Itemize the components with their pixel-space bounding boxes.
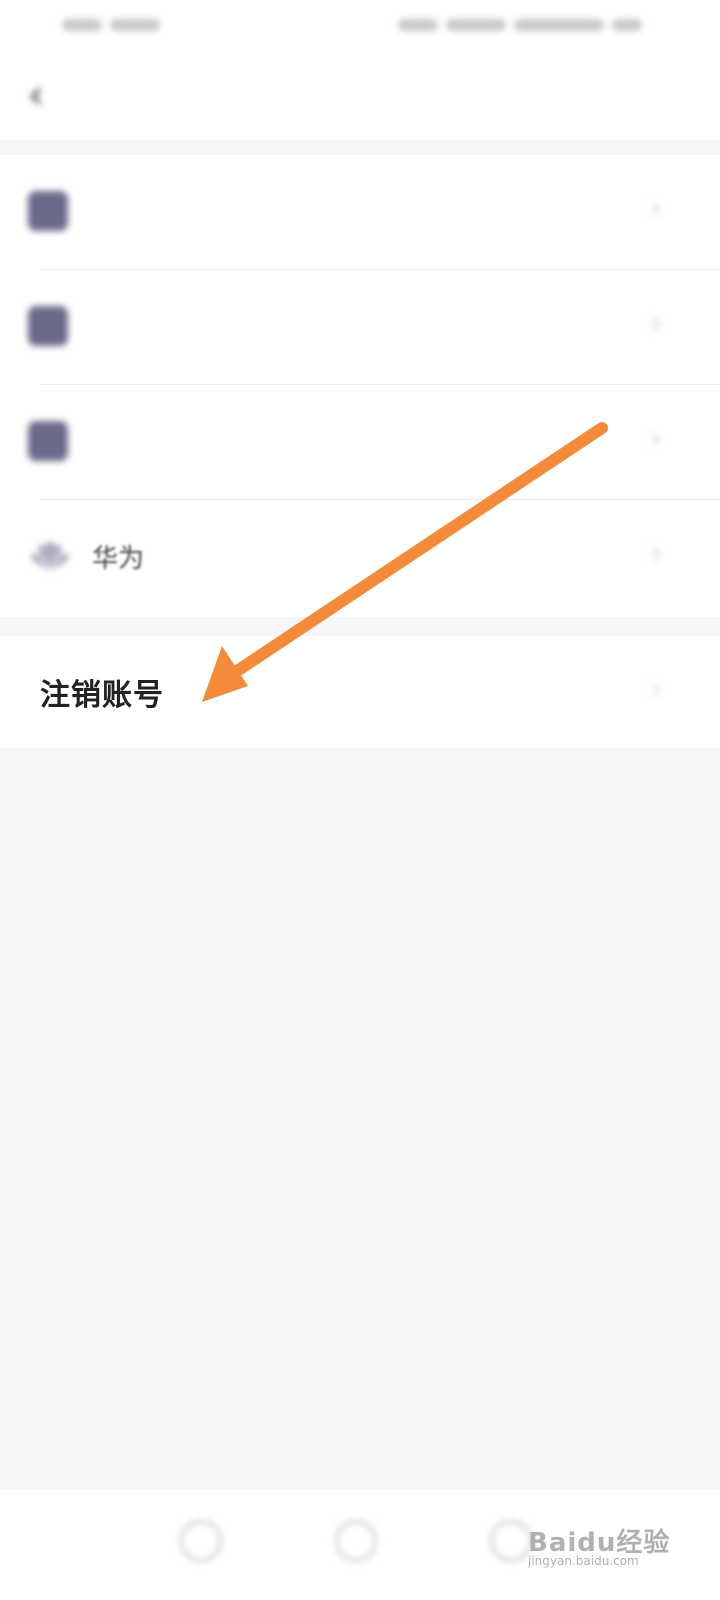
user-icon: [28, 191, 68, 231]
row-profile[interactable]: ›: [0, 155, 720, 270]
bottom-nav-bar: Baidu经验 jingyan.baidu.com: [0, 1490, 720, 1600]
nav-icon[interactable]: [335, 1520, 377, 1562]
chevron-left-icon[interactable]: ‹: [28, 75, 68, 115]
baidu-watermark: Baidu经验 jingyan.baidu.com: [520, 1510, 680, 1570]
row-wechat[interactable]: ›: [0, 385, 720, 500]
row-huawei[interactable]: 华为 ›: [0, 500, 720, 615]
watermark-subtext: jingyan.baidu.com: [528, 1554, 639, 1568]
cancel-account-label: 注销账号: [40, 678, 164, 713]
status-bar: [0, 0, 720, 50]
cancel-account-row[interactable]: 注销账号 ›: [0, 636, 720, 748]
status-left: [62, 14, 182, 34]
chevron-right-icon: ›: [650, 306, 662, 341]
nav-icon[interactable]: [180, 1520, 222, 1562]
row-qq[interactable]: ›: [0, 270, 720, 385]
chevron-right-icon: ›: [650, 672, 662, 707]
wechat-icon: [28, 421, 68, 461]
chevron-right-icon: ›: [650, 536, 662, 571]
app-header: ‹: [0, 50, 720, 140]
linked-accounts-group: › › › 华为 ›: [0, 155, 720, 617]
chevron-right-icon: ›: [650, 191, 662, 226]
row-label: 华为: [92, 544, 145, 574]
chevron-right-icon: ›: [650, 421, 662, 456]
qq-icon: [28, 306, 68, 346]
huawei-logo-icon: [31, 542, 69, 571]
status-right: [398, 14, 658, 34]
